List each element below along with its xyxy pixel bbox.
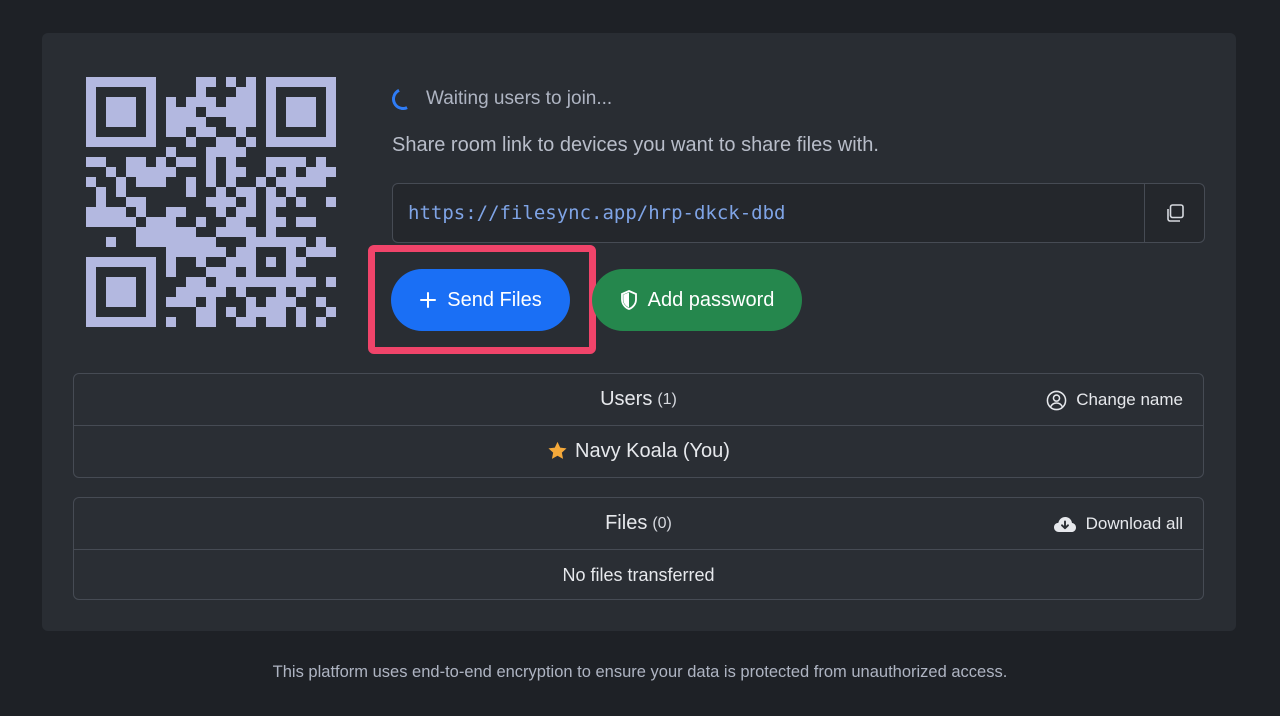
- users-panel: Users (1) Change name Navy Koala (You): [73, 373, 1204, 478]
- room-link-input[interactable]: https://filesync.app/hrp-dkck-dbd: [393, 184, 1144, 242]
- star-icon: [548, 441, 567, 459]
- add-password-button[interactable]: Add password: [592, 269, 802, 331]
- user-name: Navy Koala (You): [575, 439, 730, 462]
- send-files-button[interactable]: Send Files: [391, 269, 570, 331]
- files-panel: Files (0) Download all No files transfer…: [73, 497, 1204, 600]
- files-panel-header: Files (0) Download all: [74, 498, 1203, 550]
- download-all-button[interactable]: Download all: [1053, 498, 1183, 550]
- waiting-status: Waiting users to join...: [388, 84, 613, 114]
- encryption-notice: This platform uses end-to-end encryption…: [272, 663, 1008, 681]
- plus-icon: [420, 292, 437, 308]
- change-name-button[interactable]: Change name: [1046, 374, 1183, 426]
- add-password-label: Add password: [647, 288, 775, 311]
- cloud-download-icon: [1053, 517, 1076, 532]
- user-circle-icon: [1046, 390, 1067, 410]
- copy-icon: [1166, 204, 1184, 222]
- waiting-text: Waiting users to join...: [426, 88, 613, 109]
- files-title: Files: [605, 512, 648, 534]
- send-files-label: Send Files: [447, 288, 542, 311]
- files-count: (0): [652, 514, 672, 532]
- users-count: (1): [657, 390, 677, 408]
- change-name-label: Change name: [1076, 390, 1183, 409]
- copy-link-button[interactable]: [1144, 184, 1204, 242]
- files-empty-state: No files transferred: [562, 564, 715, 585]
- share-instruction: Share room link to devices you want to s…: [392, 134, 879, 156]
- download-all-label: Download all: [1085, 514, 1183, 533]
- loading-spinner-icon: [388, 84, 418, 114]
- users-panel-header: Users (1) Change name: [74, 374, 1203, 426]
- shield-icon: [620, 290, 637, 310]
- users-title: Users: [600, 388, 653, 410]
- list-item: Navy Koala (You): [74, 426, 1203, 476]
- qr-code: [86, 77, 336, 327]
- room-link-field: https://filesync.app/hrp-dkck-dbd: [392, 183, 1205, 243]
